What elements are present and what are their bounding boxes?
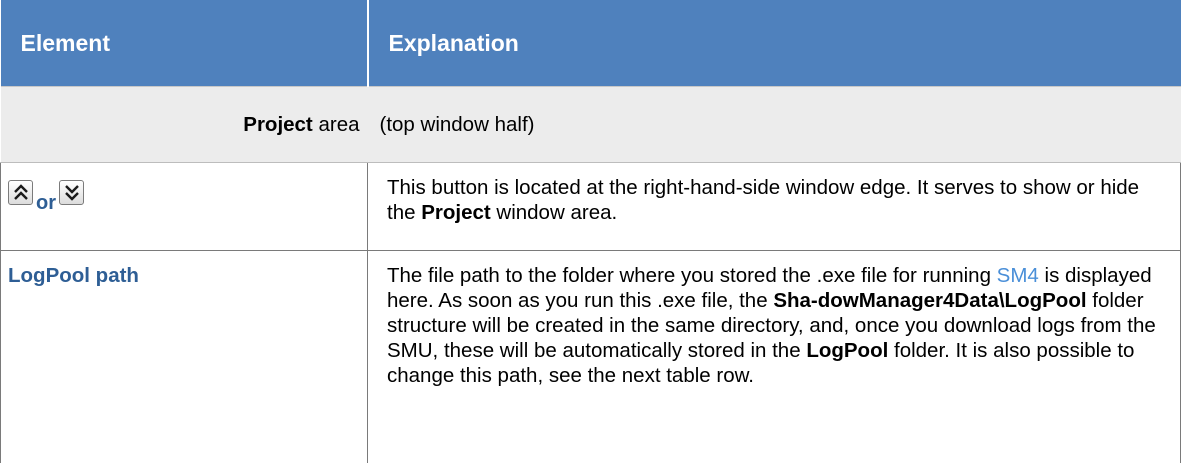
explanation-bold: Project (421, 201, 491, 224)
sm4-link[interactable]: SM4 (997, 264, 1039, 287)
element-cell: LogPool path (1, 251, 368, 463)
explanation-cell: The file path to the folder where you st… (368, 251, 1181, 463)
or-text: or (36, 192, 56, 215)
section-row-project-area: Project area (top window half) (1, 87, 1181, 163)
logpool-path-label: LogPool path (8, 264, 139, 287)
column-header-element: Element (1, 0, 368, 87)
table-header-row: Element Explanation (1, 0, 1181, 87)
explanation-text: window area. (491, 201, 617, 224)
section-description: (top window half) (368, 87, 1181, 163)
explanation-cell: This button is located at the right-hand… (368, 163, 1181, 251)
section-label-rest: area (313, 113, 360, 136)
double-chevron-down-icon (59, 180, 84, 205)
explanation-bold: LogPool (806, 339, 888, 362)
section-label: Project area (1, 87, 368, 163)
table-row: or This button is located at the right-h… (1, 163, 1181, 251)
column-header-explanation: Explanation (368, 0, 1181, 87)
table-row: LogPool path The file path to the folder… (1, 251, 1181, 463)
double-chevron-up-icon (8, 180, 33, 205)
help-page: Element Explanation Project area (top wi… (0, 0, 1186, 461)
explanation-bold: Sha-dowManager4Data\LogPool (773, 289, 1086, 312)
element-cell: or (1, 163, 368, 251)
section-label-bold: Project (243, 113, 313, 136)
explanation-text: The file path to the folder where you st… (387, 264, 997, 287)
element-explanation-table: Element Explanation Project area (top wi… (0, 0, 1181, 463)
